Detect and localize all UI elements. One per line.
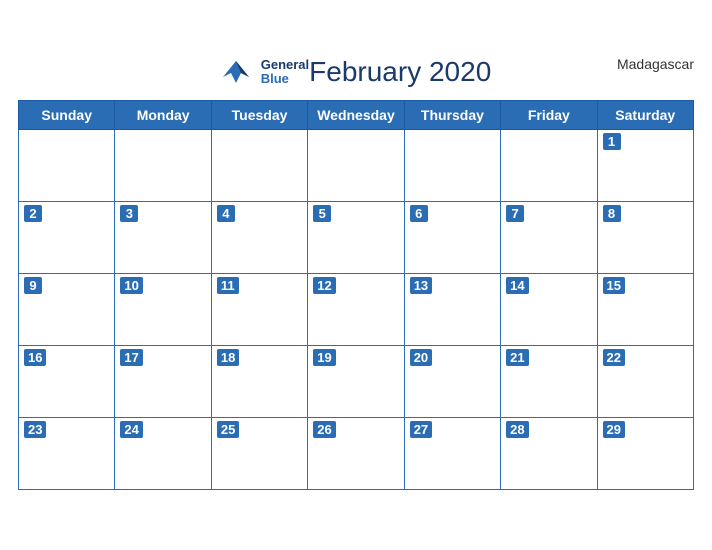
day-number: 11	[217, 277, 239, 294]
calendar-week-3: 16 17 18 19 20 21 22	[19, 346, 694, 418]
calendar-cell: 27	[404, 418, 500, 490]
day-number: 7	[506, 205, 524, 222]
calendar-cell: 19	[308, 346, 404, 418]
day-number: 9	[24, 277, 42, 294]
calendar-cell: 14	[501, 274, 597, 346]
calendar-cell: 29	[597, 418, 693, 490]
day-number: 19	[313, 349, 335, 366]
calendar-cell: 28	[501, 418, 597, 490]
day-number: 14	[506, 277, 528, 294]
day-number: 3	[120, 205, 138, 222]
logo-text-block: General Blue	[261, 58, 309, 87]
calendar-cell: 23	[19, 418, 115, 490]
calendar-cell	[115, 130, 211, 202]
day-number: 17	[120, 349, 142, 366]
calendar-tbody: 1234567891011121314151617181920212223242…	[19, 130, 694, 490]
calendar-cell: 13	[404, 274, 500, 346]
weekday-header-tuesday: Tuesday	[211, 101, 307, 130]
logo-area: General Blue	[221, 58, 309, 87]
day-number: 24	[120, 421, 142, 438]
calendar-wrapper: General Blue February 2020 Madagascar Su…	[0, 42, 712, 508]
calendar-week-0: 1	[19, 130, 694, 202]
calendar-week-1: 2 3 4 5 6 7 8	[19, 202, 694, 274]
calendar-cell: 6	[404, 202, 500, 274]
calendar-table: SundayMondayTuesdayWednesdayThursdayFrid…	[18, 100, 694, 490]
day-number: 1	[603, 133, 621, 150]
day-number: 6	[410, 205, 428, 222]
calendar-cell	[211, 130, 307, 202]
logo-icon	[221, 58, 257, 86]
calendar-week-4: 23 24 25 26 27 28 29	[19, 418, 694, 490]
calendar-cell: 20	[404, 346, 500, 418]
weekday-header-monday: Monday	[115, 101, 211, 130]
day-number: 27	[410, 421, 432, 438]
calendar-header: General Blue February 2020 Madagascar	[18, 52, 694, 94]
calendar-cell: 11	[211, 274, 307, 346]
day-number: 18	[217, 349, 239, 366]
weekday-header-sunday: Sunday	[19, 101, 115, 130]
day-number: 29	[603, 421, 625, 438]
day-number: 25	[217, 421, 239, 438]
day-number: 5	[313, 205, 331, 222]
weekday-header-row: SundayMondayTuesdayWednesdayThursdayFrid…	[19, 101, 694, 130]
day-number: 26	[313, 421, 335, 438]
calendar-cell: 12	[308, 274, 404, 346]
day-number: 16	[24, 349, 46, 366]
calendar-cell: 9	[19, 274, 115, 346]
weekday-header-thursday: Thursday	[404, 101, 500, 130]
calendar-cell	[308, 130, 404, 202]
calendar-cell	[404, 130, 500, 202]
day-number: 12	[313, 277, 335, 294]
calendar-title: February 2020	[309, 56, 491, 88]
day-number: 28	[506, 421, 528, 438]
calendar-cell: 3	[115, 202, 211, 274]
day-number: 22	[603, 349, 625, 366]
day-number: 23	[24, 421, 46, 438]
day-number: 8	[603, 205, 621, 222]
day-number: 10	[120, 277, 142, 294]
calendar-cell: 18	[211, 346, 307, 418]
calendar-cell	[19, 130, 115, 202]
calendar-cell: 4	[211, 202, 307, 274]
calendar-cell: 17	[115, 346, 211, 418]
calendar-cell: 8	[597, 202, 693, 274]
country-label: Madagascar	[617, 56, 694, 72]
calendar-thead: SundayMondayTuesdayWednesdayThursdayFrid…	[19, 101, 694, 130]
weekday-header-wednesday: Wednesday	[308, 101, 404, 130]
calendar-cell	[501, 130, 597, 202]
day-number: 15	[603, 277, 625, 294]
calendar-cell: 1	[597, 130, 693, 202]
weekday-header-saturday: Saturday	[597, 101, 693, 130]
calendar-week-2: 9 10 11 12 13 14 15	[19, 274, 694, 346]
weekday-header-friday: Friday	[501, 101, 597, 130]
day-number: 21	[506, 349, 528, 366]
calendar-cell: 25	[211, 418, 307, 490]
calendar-cell: 16	[19, 346, 115, 418]
day-number: 2	[24, 205, 42, 222]
day-number: 13	[410, 277, 432, 294]
calendar-cell: 10	[115, 274, 211, 346]
calendar-cell: 15	[597, 274, 693, 346]
day-number: 4	[217, 205, 235, 222]
calendar-cell: 26	[308, 418, 404, 490]
calendar-cell: 24	[115, 418, 211, 490]
logo-general: General	[261, 58, 309, 72]
calendar-cell: 21	[501, 346, 597, 418]
day-number: 20	[410, 349, 432, 366]
calendar-cell: 2	[19, 202, 115, 274]
calendar-cell: 7	[501, 202, 597, 274]
calendar-cell: 5	[308, 202, 404, 274]
calendar-cell: 22	[597, 346, 693, 418]
logo-blue: Blue	[261, 72, 309, 86]
